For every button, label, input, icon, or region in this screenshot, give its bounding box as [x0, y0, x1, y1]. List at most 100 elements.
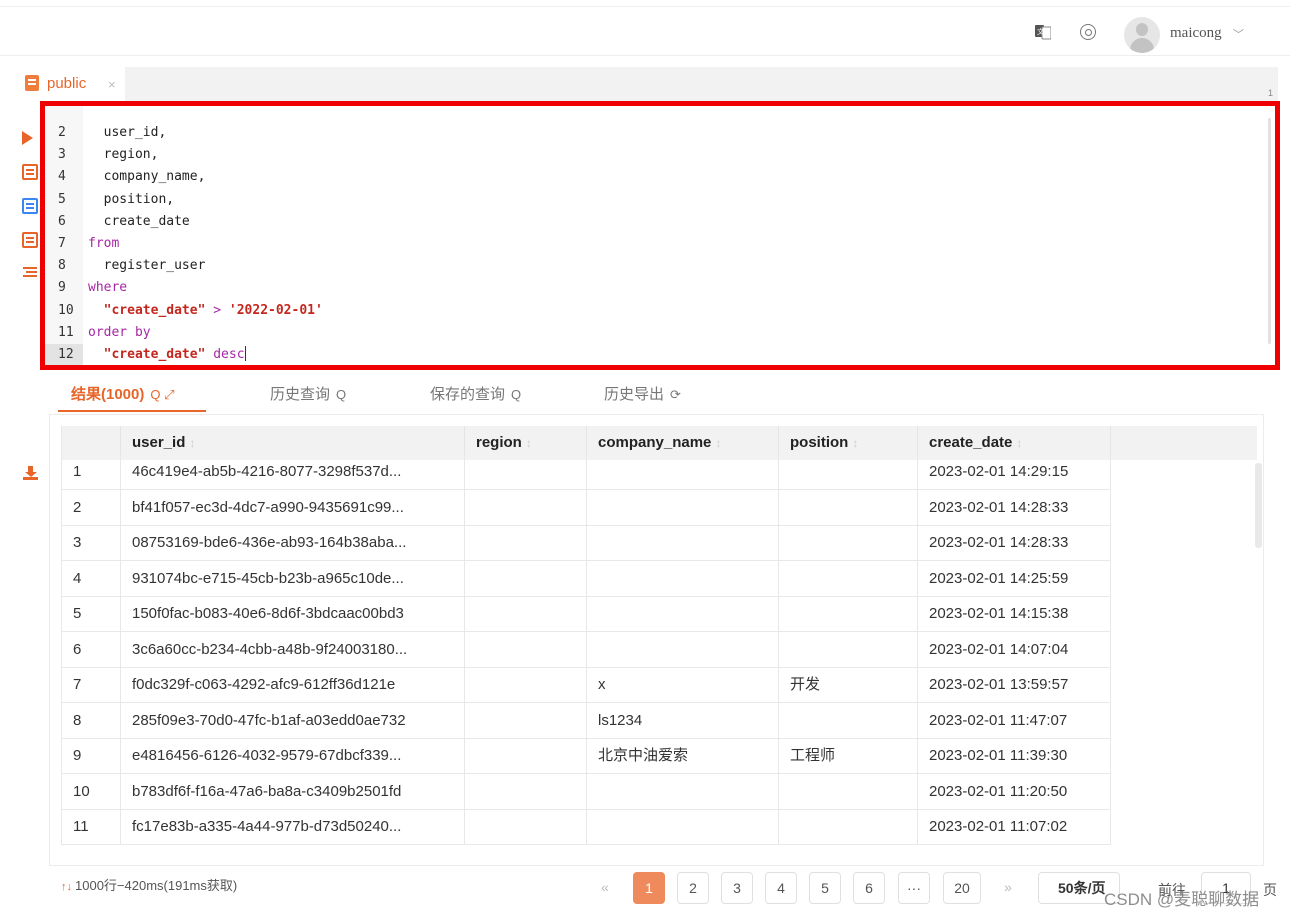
sort-icon[interactable]: ↕: [1016, 436, 1022, 450]
table-cell[interactable]: [587, 489, 779, 525]
tab-history[interactable]: 历史查询 Q: [270, 383, 346, 404]
table-cell[interactable]: [587, 773, 779, 809]
close-icon[interactable]: ×: [108, 77, 116, 92]
sql-editor[interactable]: 2 user_id, 3 region, 4 company_name, 5 posi…: [40, 101, 1280, 370]
table-cell[interactable]: 08753169-bde6-436e-ab93-164b38aba...: [121, 525, 465, 560]
table-row[interactable]: 8 285f09e3-70d0-47fc-b1af-a03edd0ae732 ls1…: [61, 702, 1111, 739]
run-icon[interactable]: [22, 131, 33, 145]
code-line[interactable]: 6 create_date: [45, 211, 1265, 233]
table-cell[interactable]: [587, 525, 779, 560]
table-cell[interactable]: [587, 809, 779, 844]
page-button[interactable]: 20: [943, 872, 981, 904]
table-row[interactable]: 1 46c419e4-ab5b-4216-8077-3298f537d... 202…: [61, 454, 1111, 490]
help-icon[interactable]: [1080, 24, 1096, 40]
tab-saved-queries[interactable]: 保存的查询 Q: [430, 383, 521, 404]
row-number[interactable]: 6: [61, 631, 121, 667]
table-cell[interactable]: [465, 560, 587, 596]
table-cell[interactable]: x: [587, 667, 779, 702]
page-button[interactable]: 5: [809, 872, 841, 904]
code-line[interactable]: 5 position,: [45, 189, 1265, 211]
format-icon[interactable]: [22, 164, 38, 180]
table-cell[interactable]: [587, 596, 779, 631]
row-number[interactable]: 7: [61, 667, 121, 702]
table-cell[interactable]: [587, 454, 779, 489]
outline-icon[interactable]: [22, 264, 38, 280]
tab-public[interactable]: public ×: [12, 67, 125, 101]
table-cell[interactable]: 2023-02-01 11:47:07: [918, 702, 1111, 738]
table-cell[interactable]: f0dc329f-c063-4292-afc9-612ff36d121e: [121, 667, 465, 702]
export-icon[interactable]: [23, 466, 38, 481]
table-cell[interactable]: [465, 809, 587, 844]
table-cell[interactable]: 46c419e4-ab5b-4216-8077-3298f537d...: [121, 454, 465, 489]
sort-icon[interactable]: ↕: [852, 436, 858, 450]
code-line[interactable]: 11 order by: [45, 322, 1265, 344]
table-cell[interactable]: [587, 560, 779, 596]
table-cell[interactable]: [779, 489, 918, 525]
avatar[interactable]: [1124, 17, 1160, 53]
table-cell[interactable]: [779, 525, 918, 560]
table-row[interactable]: 7 f0dc329f-c063-4292-afc9-612ff36d121e x 开发…: [61, 667, 1111, 703]
table-row[interactable]: 11 fc17e83b-a335-4a44-977b-d73d50240... 20…: [61, 809, 1111, 845]
code-line[interactable]: 9 where: [45, 277, 1265, 299]
table-row[interactable]: [61, 845, 1111, 855]
code-line[interactable]: 3 region,: [45, 144, 1265, 166]
prev-pages-button[interactable]: «: [589, 872, 621, 904]
table-cell[interactable]: [465, 667, 587, 702]
table-cell[interactable]: 285f09e3-70d0-47fc-b1af-a03edd0ae732: [121, 702, 465, 738]
table-cell[interactable]: fc17e83b-a335-4a44-977b-d73d50240...: [121, 809, 465, 844]
table-row[interactable]: 6 3c6a60cc-b234-4cbb-a48b-9f24003180... 20…: [61, 631, 1111, 668]
table-cell[interactable]: [779, 560, 918, 596]
tab-export-history[interactable]: 历史导出 ⟳: [604, 383, 681, 404]
page-button[interactable]: ···: [898, 872, 930, 904]
table-cell[interactable]: [465, 738, 587, 773]
row-number[interactable]: 3: [61, 525, 121, 560]
table-cell[interactable]: 2023-02-01 14:28:33: [918, 525, 1111, 560]
table-cell[interactable]: 2023-02-01 14:07:04: [918, 631, 1111, 667]
table-cell[interactable]: 2023-02-01 11:20:50: [918, 773, 1111, 809]
next-pages-button[interactable]: »: [992, 872, 1024, 904]
page-button[interactable]: 2: [677, 872, 709, 904]
table-row[interactable]: 4 931074bc-e715-45cb-b23b-a965c10de... 202…: [61, 560, 1111, 597]
table-cell[interactable]: [779, 809, 918, 844]
table-cell[interactable]: [587, 631, 779, 667]
copy-icon[interactable]: [22, 198, 38, 214]
table-cell[interactable]: ls1234: [587, 702, 779, 738]
table-cell[interactable]: 931074bc-e715-45cb-b23b-a965c10de...: [121, 560, 465, 596]
table-row[interactable]: 2 bf41f057-ec3d-4dc7-a990-9435691c99... 20…: [61, 489, 1111, 526]
save-icon[interactable]: [22, 232, 38, 248]
translate-icon[interactable]: 文: [1035, 24, 1051, 40]
table-cell[interactable]: 北京中油爱索: [587, 738, 779, 773]
table-cell[interactable]: [779, 773, 918, 809]
code-line[interactable]: 7 from: [45, 233, 1265, 255]
row-number[interactable]: 8: [61, 702, 121, 738]
table-cell[interactable]: [779, 454, 918, 489]
username[interactable]: maicong: [1170, 25, 1222, 42]
table-row[interactable]: 9 e4816456-6126-4032-9579-67dbcf339... 北京中…: [61, 738, 1111, 774]
table-cell[interactable]: bf41f057-ec3d-4dc7-a990-9435691c99...: [121, 489, 465, 525]
table-cell[interactable]: 2023-02-01 11:39:30: [918, 738, 1111, 773]
table-row[interactable]: 5 150f0fac-b083-40e6-8d6f-3bdcaac00bd3 202…: [61, 596, 1111, 632]
table-cell[interactable]: [465, 773, 587, 809]
table-cell[interactable]: 3c6a60cc-b234-4cbb-a48b-9f24003180...: [121, 631, 465, 667]
table-row[interactable]: 3 08753169-bde6-436e-ab93-164b38aba... 202…: [61, 525, 1111, 561]
page-button[interactable]: 1: [633, 872, 665, 904]
table-cell[interactable]: [779, 702, 918, 738]
row-number[interactable]: 11: [61, 809, 121, 844]
table-cell[interactable]: [465, 454, 587, 489]
table-cell[interactable]: [779, 596, 918, 631]
page-button[interactable]: 6: [853, 872, 885, 904]
table-cell[interactable]: 2023-02-01 14:25:59: [918, 560, 1111, 596]
table-cell[interactable]: 2023-02-01 14:28:33: [918, 489, 1111, 525]
table-cell[interactable]: 2023-02-01 13:59:57: [918, 667, 1111, 702]
page-button[interactable]: 3: [721, 872, 753, 904]
table-cell[interactable]: 2023-02-01 14:15:38: [918, 596, 1111, 631]
code-line[interactable]: 8 register_user: [45, 255, 1265, 277]
page-button[interactable]: 4: [765, 872, 797, 904]
table-cell[interactable]: [779, 631, 918, 667]
table-cell[interactable]: 2023-02-01 14:29:15: [918, 454, 1111, 489]
table-cell[interactable]: [465, 525, 587, 560]
table-cell[interactable]: e4816456-6126-4032-9579-67dbcf339...: [121, 738, 465, 773]
code-line[interactable]: 2 user_id,: [45, 122, 1265, 144]
row-number[interactable]: 5: [61, 596, 121, 631]
editor-scrollbar[interactable]: [1268, 118, 1271, 344]
